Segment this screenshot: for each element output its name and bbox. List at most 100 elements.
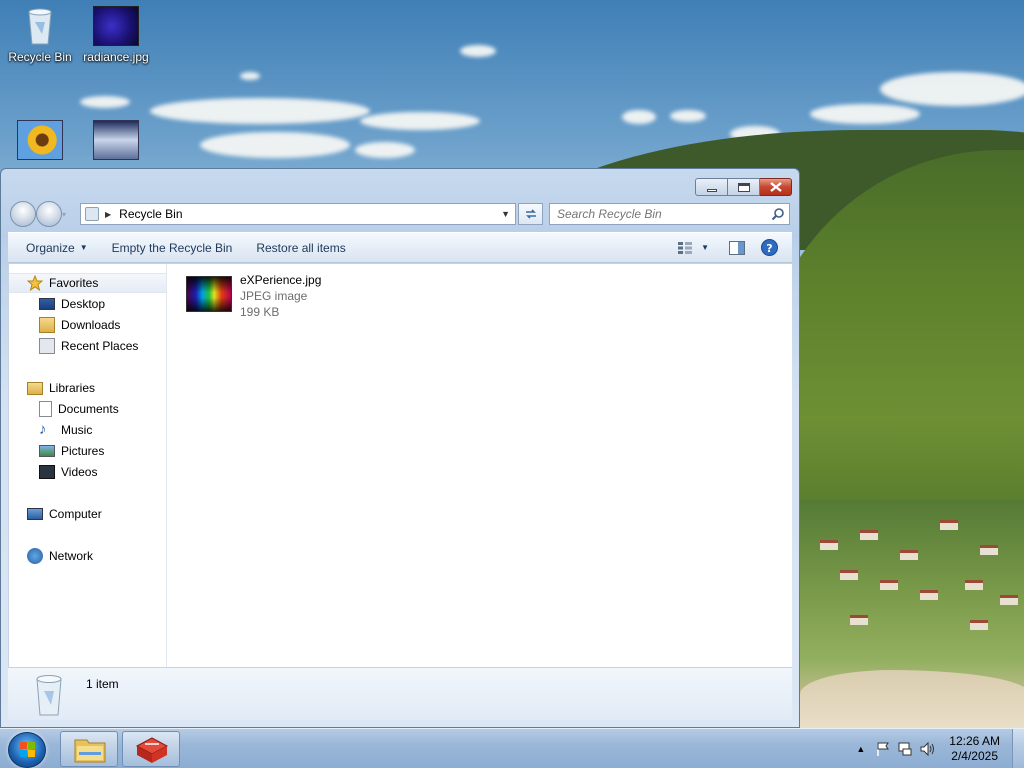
close-button[interactable] — [760, 178, 792, 196]
radiance-jpg-desktop-icon[interactable]: radiance.jpg — [78, 6, 154, 64]
nav-label: Libraries — [49, 381, 96, 395]
volume-icon[interactable] — [919, 741, 937, 757]
content-area: Favorites Desktop Downloads Recent Place… — [8, 264, 792, 667]
recycle-bin-small-icon — [85, 207, 99, 221]
organize-menu[interactable]: Organize ▼ — [8, 233, 100, 262]
taskbar: ▲ 12:26 AM 2/4/2025 — [0, 728, 1024, 768]
details-pane: 1 item — [8, 667, 792, 720]
chevron-down-icon: ▼ — [79, 243, 88, 252]
videos-icon — [39, 465, 55, 479]
minimize-icon — [706, 188, 717, 192]
nav-item-videos[interactable]: Videos — [9, 462, 166, 482]
preview-pane-icon — [729, 240, 745, 255]
nav-item-downloads[interactable]: Downloads — [9, 315, 166, 335]
clock-time: 12:26 AM — [949, 734, 1000, 748]
restore-button[interactable] — [728, 178, 760, 196]
nav-label: Downloads — [61, 318, 121, 332]
back-forward-buttons: ▾ — [10, 201, 70, 227]
start-button[interactable] — [8, 732, 46, 768]
preview-pane-button[interactable] — [719, 240, 755, 255]
file-type: JPEG image — [240, 289, 308, 303]
search-input[interactable] — [557, 207, 767, 221]
network-status-icon[interactable] — [897, 741, 913, 757]
nav-item-recent-places[interactable]: Recent Places — [9, 336, 166, 356]
nav-label: Music — [61, 423, 93, 437]
chevron-down-icon: ▼ — [701, 243, 709, 252]
red-box-app-icon — [135, 737, 169, 763]
caption-buttons — [695, 178, 792, 196]
file-name: eXPerience.jpg — [240, 273, 322, 287]
recycle-bin-icon — [36, 675, 62, 716]
view-options-dropdown[interactable]: ▼ — [699, 243, 719, 252]
nav-item-desktop[interactable]: Desktop — [9, 294, 166, 314]
nav-label: Pictures — [61, 444, 105, 458]
libraries-icon — [27, 381, 43, 395]
breadcrumb-recycle-bin[interactable]: Recycle Bin — [119, 207, 182, 221]
nav-label: Videos — [61, 465, 98, 479]
taskbar-app-button[interactable] — [122, 731, 180, 767]
breadcrumb-separator-icon[interactable]: ▶ — [105, 210, 111, 219]
nav-label: Desktop — [61, 297, 106, 311]
nav-item-computer[interactable]: Computer — [9, 504, 166, 524]
change-view-button[interactable] — [671, 241, 699, 255]
forward-button[interactable] — [36, 201, 62, 227]
view-list-icon — [678, 241, 693, 254]
desktop-icon — [39, 298, 55, 310]
address-dropdown-icon[interactable]: ▼ — [501, 209, 510, 219]
recent-pages-chevron-icon[interactable]: ▾ — [62, 210, 70, 227]
star-icon — [27, 275, 43, 291]
nav-item-libraries[interactable]: Libraries — [9, 378, 166, 398]
navigation-pane: Favorites Desktop Downloads Recent Place… — [9, 264, 167, 667]
minimize-button[interactable] — [695, 178, 728, 196]
windows-logo-icon — [20, 742, 35, 757]
sunflower-desktop-icon[interactable] — [2, 120, 78, 164]
help-button[interactable]: ? — [755, 239, 792, 256]
nav-item-pictures[interactable]: Pictures — [9, 441, 166, 461]
restore-icon — [737, 182, 750, 192]
clock-date: 2/4/2025 — [951, 749, 998, 763]
address-bar[interactable]: ▶ Recycle Bin ▼ — [80, 203, 516, 225]
action-center-flag-icon[interactable] — [875, 741, 891, 757]
downloads-icon — [39, 317, 55, 333]
computer-icon — [27, 508, 43, 520]
recent-places-icon — [39, 338, 55, 354]
folder-icon — [74, 739, 106, 763]
restore-all-items-label: Restore all items — [256, 240, 346, 255]
nav-label: Computer — [49, 507, 102, 521]
organize-label: Organize — [26, 240, 75, 255]
nav-item-network[interactable]: Network — [9, 546, 166, 566]
restore-all-items-button[interactable]: Restore all items — [244, 233, 357, 262]
refresh-button[interactable] — [518, 203, 543, 225]
clock[interactable]: 12:26 AM 2/4/2025 — [949, 734, 1000, 764]
search-box[interactable] — [549, 203, 790, 225]
file-size: 199 KB — [240, 305, 280, 319]
notification-area: ▲ 12:26 AM 2/4/2025 — [856, 729, 1024, 768]
file-item[interactable]: eXPerience.jpg JPEG image 199 KB — [186, 272, 321, 320]
nav-item-music[interactable]: ♪ Music — [9, 420, 166, 440]
search-icon[interactable] — [771, 207, 785, 221]
pictures-icon — [39, 445, 55, 457]
clouds-thumbnail-icon — [93, 120, 139, 160]
empty-recycle-bin-label: Empty the Recycle Bin — [111, 240, 233, 255]
show-hidden-icons-chevron-icon[interactable]: ▲ — [856, 744, 865, 754]
nav-item-documents[interactable]: Documents — [9, 399, 166, 419]
show-desktop-button[interactable] — [1012, 729, 1024, 768]
nav-label: Recent Places — [61, 339, 139, 353]
nav-item-favorites[interactable]: Favorites — [9, 273, 166, 293]
item-count: 1 item — [86, 677, 119, 691]
recycle-bin-desktop-icon[interactable]: Recycle Bin — [2, 6, 78, 64]
command-bar: Organize ▼ Empty the Recycle Bin Restore… — [8, 232, 792, 263]
back-button[interactable] — [10, 201, 36, 227]
close-icon — [769, 182, 782, 192]
help-icon: ? — [761, 239, 778, 256]
sunflower-thumbnail-icon — [17, 120, 63, 160]
svg-text:?: ? — [766, 242, 772, 255]
image-thumbnail-icon — [93, 6, 139, 46]
taskbar-explorer-button[interactable] — [60, 731, 118, 767]
desktop-icon-label: Recycle Bin — [8, 50, 72, 64]
jpeg-thumbnail-icon — [186, 276, 232, 312]
recycle-bin-icon — [17, 6, 63, 46]
empty-recycle-bin-button[interactable]: Empty the Recycle Bin — [100, 233, 245, 262]
nav-label: Network — [49, 549, 94, 563]
clouds-desktop-icon[interactable] — [78, 120, 154, 164]
